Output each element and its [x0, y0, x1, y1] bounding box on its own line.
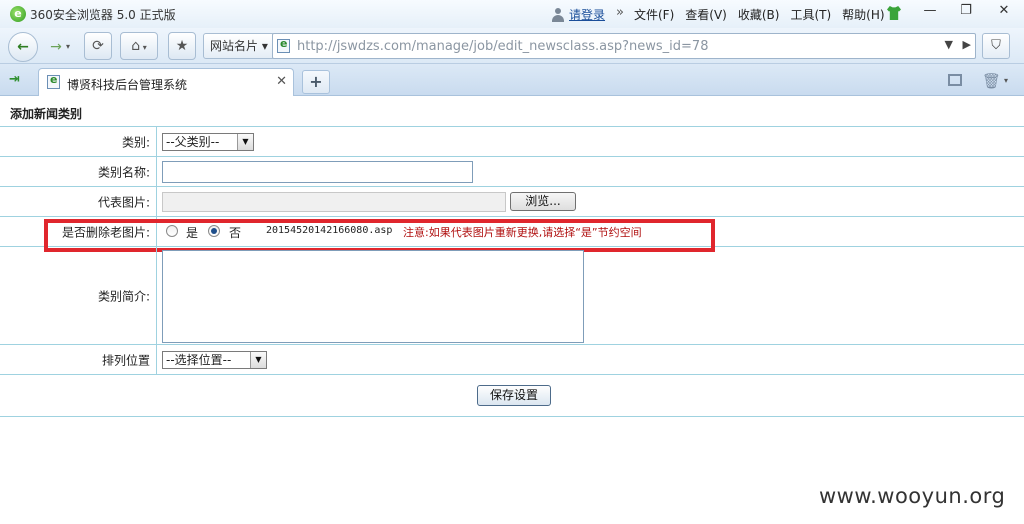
- tab-favicon-icon: [47, 73, 60, 89]
- category-select[interactable]: --父类别-- ▼: [162, 133, 254, 151]
- home-icon: ⌂: [131, 38, 141, 54]
- home-caret-icon: ▾: [140, 43, 147, 52]
- skin-shirt-icon[interactable]: [887, 6, 901, 20]
- form-row-category-name: 类别名称:: [0, 157, 1024, 187]
- order-select[interactable]: --选择位置-- ▼: [162, 351, 267, 369]
- form-row-category: 类别: --父类别-- ▼: [0, 127, 1024, 157]
- navigation-toolbar: ← → ▾ ⟳ ⌂ ▾ ★ 网站名片 ▾ http://jswdzs.com/m…: [0, 28, 1024, 64]
- watermark-text: www.wooyun.org: [819, 484, 1006, 508]
- label-cell: 类别简介:: [0, 247, 157, 344]
- browser-logo-icon: e: [10, 6, 26, 22]
- browse-button[interactable]: 浏览...: [510, 192, 576, 211]
- menu-favorites[interactable]: 收藏(B): [738, 6, 780, 23]
- menu-view[interactable]: 查看(V): [685, 6, 727, 23]
- maximize-button[interactable]: ❐: [948, 0, 984, 22]
- label-cell: 类别:: [0, 127, 157, 156]
- page-title: 添加新闻类别: [10, 107, 83, 121]
- trash-icon[interactable]: 🗑: [982, 72, 1001, 90]
- chevron-down-icon[interactable]: ▼: [237, 134, 253, 150]
- order-select-value: --选择位置--: [166, 353, 232, 367]
- user-icon: [551, 7, 565, 22]
- tab-title: 博贤科技后台管理系统: [67, 78, 188, 92]
- tab-close-icon[interactable]: ✕: [276, 74, 287, 89]
- label-cell: 类别名称:: [0, 157, 157, 186]
- sidebar-toggle-icon[interactable]: ⇥: [9, 72, 20, 87]
- order-label: 排列位置: [101, 353, 150, 367]
- address-dropdown-icon[interactable]: ▼: [945, 38, 953, 51]
- go-arrow-icon[interactable]: ▶: [963, 38, 971, 51]
- login-area[interactable]: 请登录: [551, 6, 605, 23]
- minimize-button[interactable]: —: [912, 0, 948, 22]
- category-name-input[interactable]: [162, 161, 473, 183]
- category-name-label: 类别名称:: [97, 165, 150, 179]
- security-shield-button[interactable]: ⛉: [982, 33, 1010, 59]
- window-title: 360安全浏览器 5.0 正式版: [30, 8, 176, 22]
- introduction-label: 类别简介:: [97, 289, 150, 303]
- image-file-input[interactable]: [162, 192, 506, 212]
- tab-bar: ⇥ 博贤科技后台管理系统 ✕ + 🗑 ▾: [0, 64, 1024, 96]
- category-select-value: --父类别--: [166, 135, 220, 149]
- trash-caret-icon[interactable]: ▾: [1004, 76, 1008, 85]
- site-card-button[interactable]: 网站名片 ▾: [203, 33, 275, 59]
- menu-file[interactable]: 文件(F): [634, 6, 674, 23]
- category-label: 类别:: [121, 135, 150, 149]
- menu-bar: 文件(F) 查看(V) 收藏(B) 工具(T) 帮助(H): [634, 6, 885, 23]
- label-cell: 代表图片:: [0, 187, 157, 216]
- forward-history-caret-icon[interactable]: ▾: [66, 42, 70, 51]
- form-row-image: 代表图片: 浏览...: [0, 187, 1024, 217]
- introduction-textarea[interactable]: [162, 250, 584, 343]
- label-cell: 排列位置: [0, 345, 157, 374]
- login-link[interactable]: 请登录: [569, 6, 605, 23]
- address-bar[interactable]: http://jswdzs.com/manage/job/edit_newscl…: [272, 33, 976, 59]
- chevron-down-icon[interactable]: ▼: [250, 352, 266, 368]
- home-button[interactable]: ⌂ ▾: [120, 32, 158, 60]
- close-window-button[interactable]: ✕: [984, 0, 1024, 22]
- form-row-save: 保存设置: [0, 375, 1024, 417]
- page-favicon-icon: [277, 37, 290, 53]
- address-url[interactable]: http://jswdzs.com/manage/job/edit_newscl…: [297, 39, 708, 54]
- overflow-chevron-icon[interactable]: »: [616, 5, 624, 20]
- new-tab-button[interactable]: +: [302, 70, 330, 94]
- save-settings-button[interactable]: 保存设置: [477, 385, 551, 406]
- window-title-bar: e 360安全浏览器 5.0 正式版 请登录 » 文件(F) 查看(V) 收藏(…: [0, 0, 1024, 28]
- restore-tabs-icon[interactable]: [948, 74, 962, 86]
- refresh-button[interactable]: ⟳: [84, 32, 112, 60]
- menu-help[interactable]: 帮助(H): [842, 6, 884, 23]
- page-heading-bar: 添加新闻类别: [0, 96, 1024, 127]
- image-label: 代表图片:: [97, 195, 150, 209]
- form-row-order: 排列位置 --选择位置-- ▼: [0, 345, 1024, 375]
- back-button[interactable]: ←: [8, 32, 38, 62]
- menu-tools[interactable]: 工具(T): [790, 6, 831, 23]
- tab-active[interactable]: 博贤科技后台管理系统 ✕: [38, 68, 294, 96]
- form-row-introduction: 类别简介:: [0, 247, 1024, 345]
- favorite-star-button[interactable]: ★: [168, 32, 196, 60]
